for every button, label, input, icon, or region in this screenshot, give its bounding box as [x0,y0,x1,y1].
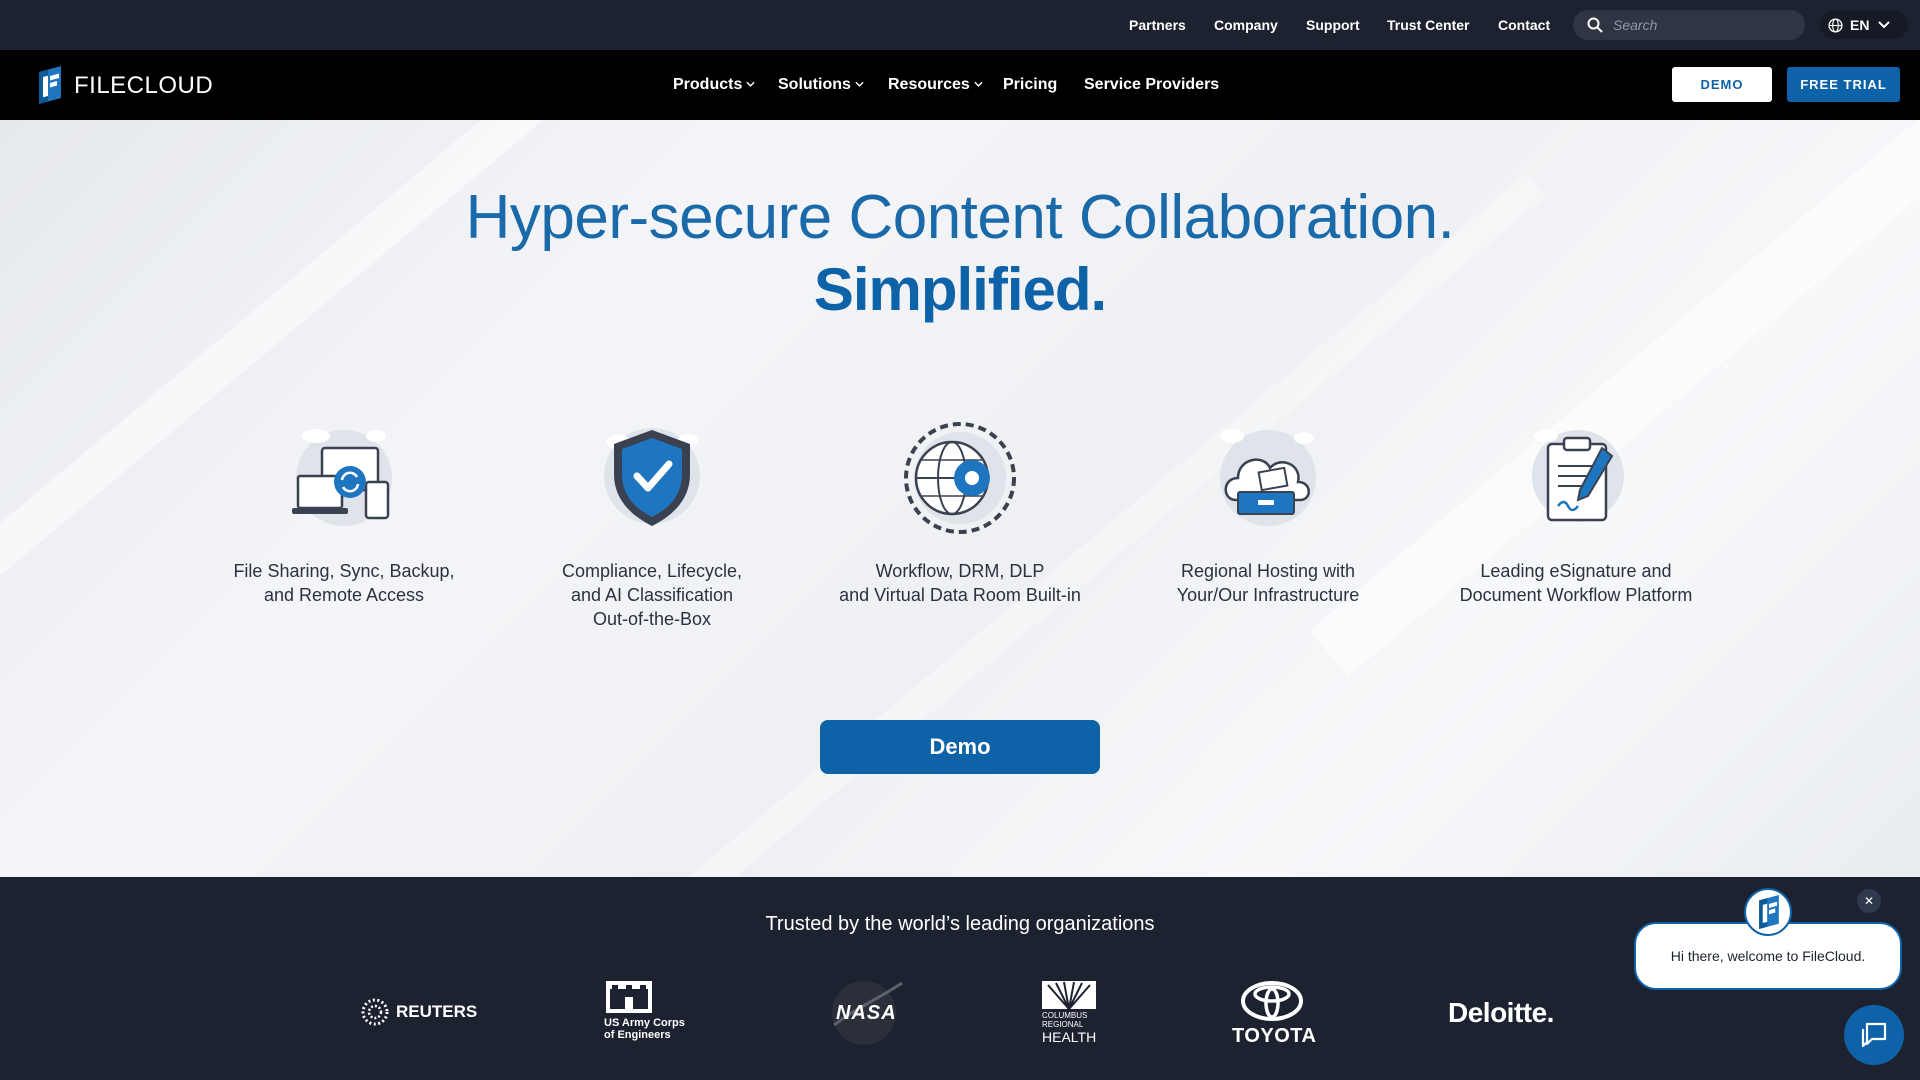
army-corps-line-2: of Engineers [604,1029,671,1041]
search-box[interactable] [1573,10,1805,40]
nav-item-service-providers[interactable]: Service Providers [1084,50,1219,120]
nav-item-products[interactable]: Products [673,50,755,120]
columbus-regional-health-logo: COLUMBUS REGIONAL HEALTH [1040,977,1120,1047]
feature-label: Workflow, DRM, DLP and Virtual Data Room… [839,561,1081,605]
deloitte-logo: Deloitte. [1448,977,1568,1047]
trusted-by-heading: Trusted by the world’s leading organizat… [765,913,1155,935]
chat-close-button[interactable]: ✕ [1857,889,1881,913]
nav-item-solutions[interactable]: Solutions [778,50,864,120]
utility-link-contact[interactable]: Contact [1498,0,1550,50]
utility-link-trust-center[interactable]: Trust Center [1387,0,1469,50]
chevron-down-icon [855,82,864,88]
feature-label: Leading eSignature and Document Workflow… [1459,561,1693,605]
hero-demo-button[interactable]: Demo [820,720,1100,774]
chevron-down-icon [1878,21,1890,29]
nav-item-label: Products [673,76,743,93]
globe-icon [1828,18,1843,33]
globe-gear-icon [904,422,1016,534]
sunburst-icon [1042,981,1096,1009]
chat-icon [1861,1022,1887,1048]
columbus-line-3: HEALTH [1042,1029,1097,1045]
utility-bar: Partners Company Support Trust Center Co… [0,0,1920,50]
brand-name: FILECLOUD [74,72,214,99]
reuters-text: REUTERS [396,1002,478,1021]
nav-item-label: Resources [888,76,970,93]
utility-link-partners[interactable]: Partners [1129,0,1186,50]
language-label: EN [1850,17,1870,33]
close-icon: ✕ [1863,894,1875,908]
shield-check-icon [604,428,700,526]
utility-link-support[interactable]: Support [1306,0,1360,50]
main-nav: FILECLOUD Products Solutions Resources P… [0,50,1920,120]
cloud-storage-icon [1220,429,1316,526]
columbus-line-1: COLUMBUS [1042,1011,1088,1020]
free-trial-button[interactable]: FREE TRIAL [1787,67,1900,102]
feature-label: Compliance, Lifecycle, and AI Classifica… [561,561,743,629]
hero-title: Hyper-secure Content Collaboration. [465,183,1455,252]
nav-item-resources[interactable]: Resources [888,50,983,120]
chat-avatar [1744,888,1792,936]
nav-item-pricing[interactable]: Pricing [1003,50,1057,120]
toyota-logo: TOYOTA [1228,977,1318,1047]
reuters-dots-icon [361,998,389,1026]
army-corps-line-1: US Army Corps [604,1017,685,1029]
feature-label: Regional Hosting with Your/Our Infrastru… [1176,561,1360,605]
search-input[interactable] [1613,10,1793,40]
toyota-emblem-icon [1241,981,1303,1021]
nasa-logo: NASA [828,977,904,1047]
hero-section: Hyper-secure Content Collaboration. Simp… [0,120,1920,877]
feature-esignature: Leading eSignature and Document Workflow… [1426,420,1726,607]
devices-sync-icon [292,429,392,526]
chevron-down-icon [974,82,983,88]
feature-regional-hosting: Regional Hosting with Your/Our Infrastru… [1118,420,1418,607]
feature-compliance: Compliance, Lifecycle, and AI Classifica… [502,420,802,631]
clipboard-signature-icon [1532,430,1624,522]
chat-launcher-button[interactable] [1844,1005,1904,1065]
demo-button[interactable]: DEMO [1672,67,1772,102]
feature-workflow: Workflow, DRM, DLP and Virtual Data Room… [810,420,1110,607]
feature-label: File Sharing, Sync, Backup, and Remote A… [233,561,455,605]
utility-link-company[interactable]: Company [1214,0,1278,50]
nasa-text: NASA [836,1002,897,1024]
feature-file-sharing: File Sharing, Sync, Backup, and Remote A… [194,420,494,607]
search-icon [1587,17,1603,33]
filecloud-logo-icon [1759,895,1779,929]
trusted-by-section: Trusted by the world’s leading organizat… [0,877,1920,1080]
nav-item-label: Solutions [778,76,851,93]
hero-subtitle: Simplified. [813,256,1107,323]
columbus-line-2: REGIONAL [1042,1020,1084,1029]
deloitte-text: Deloitte. [1448,997,1554,1028]
castle-icon [606,981,652,1013]
filecloud-logo-icon [39,66,61,104]
chevron-down-icon [746,82,755,88]
toyota-text: TOYOTA [1232,1025,1317,1047]
reuters-logo: REUTERS [360,977,480,1047]
language-selector[interactable]: EN [1820,11,1908,39]
us-army-corps-logo: US Army Corps of Engineers [604,977,704,1047]
